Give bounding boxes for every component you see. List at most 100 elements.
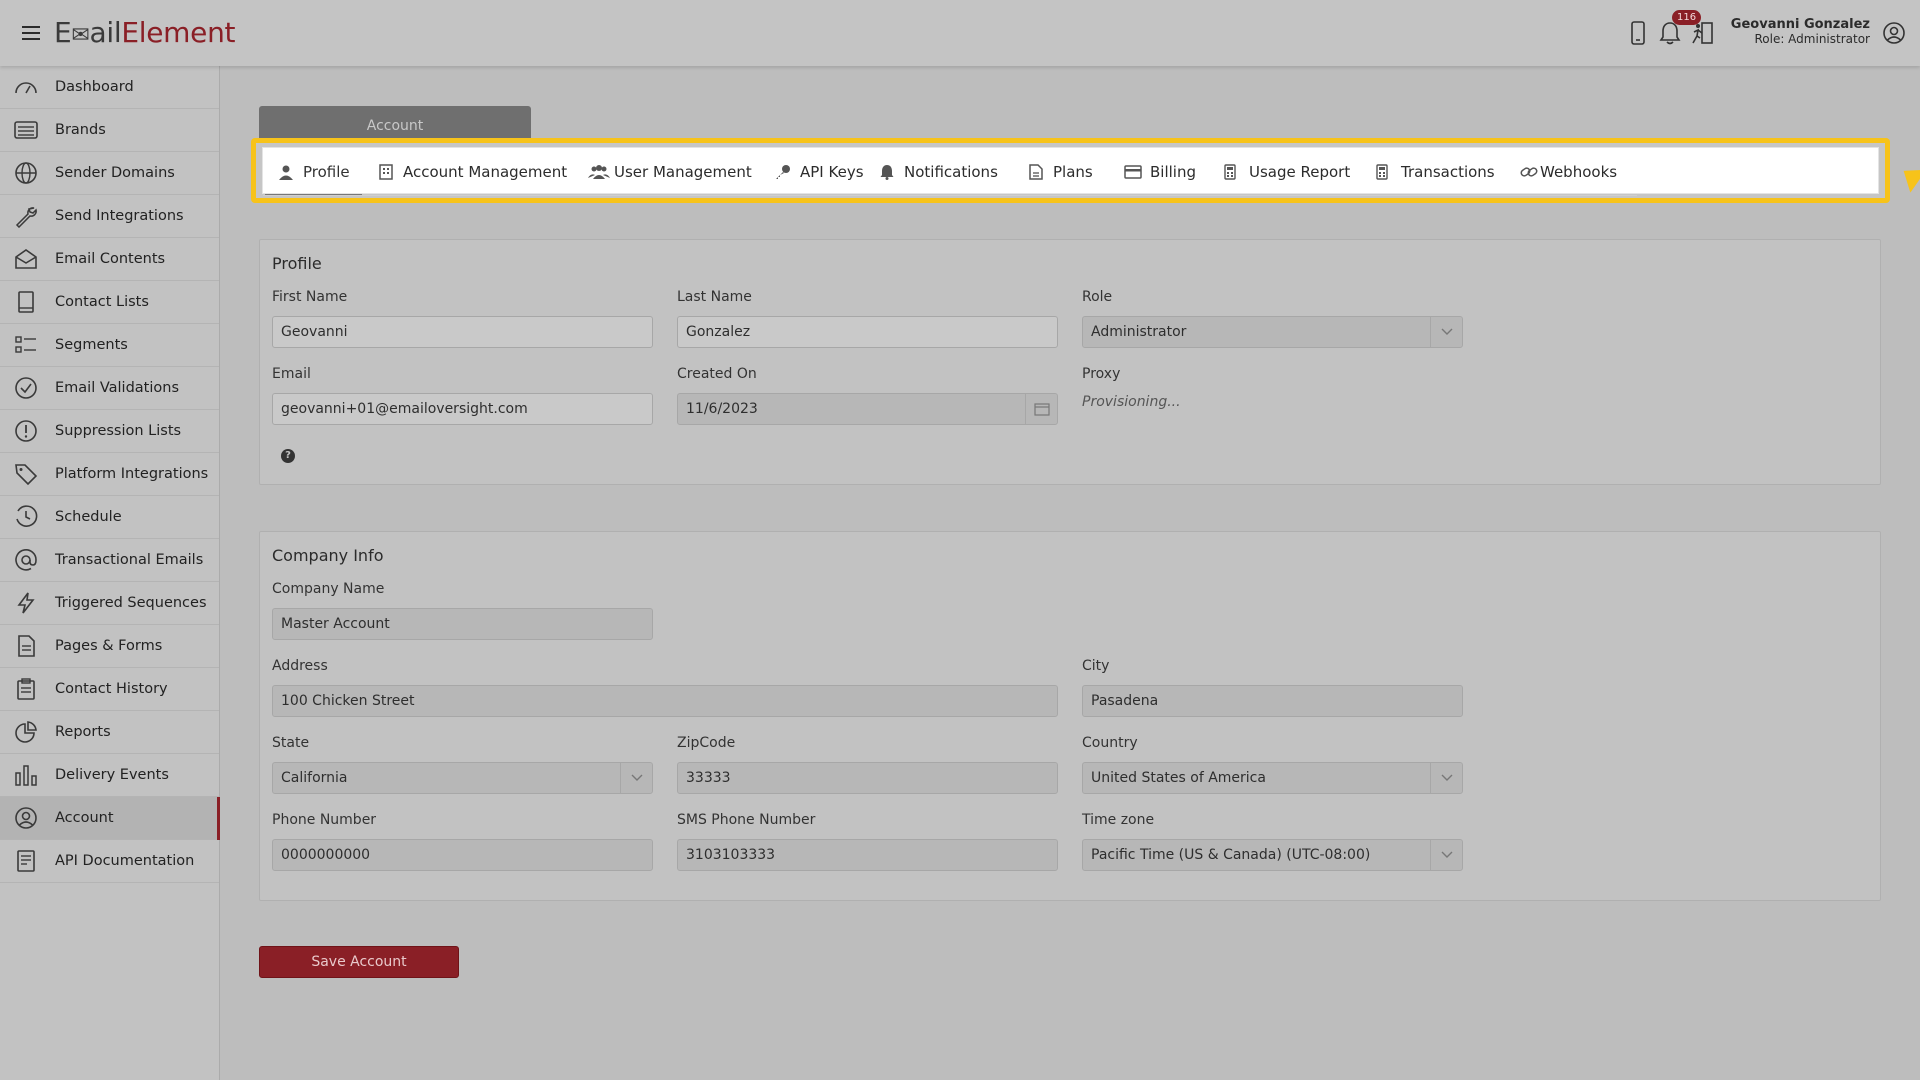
company-info-title: Company Info: [272, 546, 384, 565]
check-circle-icon: [14, 376, 42, 400]
tab-profile[interactable]: Profile: [265, 148, 362, 196]
tab-billing[interactable]: Billing: [1124, 148, 1196, 195]
email-input[interactable]: geovanni+01@emailoversight.com: [272, 393, 653, 425]
sidebar-item-triggered-sequences[interactable]: Triggered Sequences: [0, 582, 219, 625]
last-name-input[interactable]: Gonzalez: [677, 316, 1058, 348]
sidebar-item-send-integrations[interactable]: Send Integrations: [0, 195, 219, 238]
country-label: Country: [1082, 735, 1138, 751]
sidebar-item-transactional-emails[interactable]: Transactional Emails: [0, 539, 219, 582]
sidebar-item-contact-lists[interactable]: Contact Lists: [0, 281, 219, 324]
list-icon: [14, 118, 42, 142]
user-icon: [277, 163, 295, 181]
role-label: Role: [1082, 289, 1113, 305]
pie-chart-icon: [14, 720, 42, 744]
mobile-phone-icon[interactable]: [1624, 18, 1652, 48]
state-select[interactable]: California: [272, 762, 653, 794]
role-select[interactable]: Administrator: [1082, 316, 1463, 348]
gauge-icon: [14, 75, 42, 99]
calculator-icon: [1221, 163, 1239, 181]
at-icon: [14, 548, 42, 572]
tab-notifications[interactable]: Notifications: [878, 148, 998, 195]
sidebar-item-contact-history[interactable]: Contact History: [0, 668, 219, 711]
zipcode-input[interactable]: 33333: [677, 762, 1058, 794]
sms-phone-input[interactable]: 3103103333: [677, 839, 1058, 871]
company-name-input[interactable]: Master Account: [272, 608, 653, 640]
clock-icon: [14, 505, 42, 529]
sidebar-item-segments[interactable]: Segments: [0, 324, 219, 367]
address-input[interactable]: 100 Chicken Street: [272, 685, 1058, 717]
sidebar-item-pages-forms[interactable]: Pages & Forms: [0, 625, 219, 668]
sidebar-item-schedule[interactable]: Schedule: [0, 496, 219, 539]
hamburger-menu-icon[interactable]: [22, 20, 40, 46]
sidebar-item-dashboard[interactable]: Dashboard: [0, 66, 219, 109]
city-label: City: [1082, 658, 1110, 674]
calculator-icon: [1373, 163, 1391, 181]
user-avatar-icon[interactable]: [1880, 18, 1908, 48]
account-tabs-bar: Profile Account Management User Manageme…: [252, 139, 1889, 202]
tab-webhooks[interactable]: Webhooks: [1520, 148, 1617, 195]
tab-plans[interactable]: Plans: [1027, 148, 1093, 195]
bar-chart-icon: [14, 763, 42, 787]
sidebar-item-brands[interactable]: Brands: [0, 109, 219, 152]
highlight-pointer-arrow: [1895, 159, 1920, 193]
tab-account-management[interactable]: Account Management: [377, 148, 567, 195]
chevron-down-icon[interactable]: [620, 763, 652, 793]
email-label: Email: [272, 366, 311, 382]
book-icon: [14, 290, 42, 314]
bell-icon: [878, 163, 896, 181]
sidebar: Dashboard Brands Sender Domains Send Int…: [0, 66, 220, 1080]
timezone-select[interactable]: Pacific Time (US & Canada) (UTC-08:00): [1082, 839, 1463, 871]
document-icon: [14, 849, 42, 873]
chevron-down-icon[interactable]: [1430, 763, 1462, 793]
credit-card-icon: [1124, 163, 1142, 181]
sidebar-item-reports[interactable]: Reports: [0, 711, 219, 754]
city-input[interactable]: Pasadena: [1082, 685, 1463, 717]
sidebar-item-account[interactable]: Account: [0, 797, 220, 840]
zipcode-label: ZipCode: [677, 735, 736, 751]
sidebar-item-suppression-lists[interactable]: Suppression Lists: [0, 410, 219, 453]
proxy-status: Provisioning...: [1082, 394, 1181, 410]
users-icon: [588, 163, 610, 181]
bolt-icon: [14, 591, 42, 615]
user-circle-icon: [14, 806, 42, 830]
envelope-open-icon: [14, 247, 42, 271]
tab-api-keys[interactable]: API Keys: [774, 148, 864, 195]
profile-card: Profile First Name Geovanni Last Name Go…: [259, 239, 1881, 485]
tab-usage-report[interactable]: Usage Report: [1221, 148, 1350, 195]
company-info-card: Company Info Company Name Master Account…: [259, 531, 1881, 901]
save-account-button[interactable]: Save Account: [259, 946, 459, 978]
file-icon: [14, 634, 42, 658]
sidebar-item-email-contents[interactable]: Email Contents: [0, 238, 219, 281]
chevron-down-icon[interactable]: [1430, 840, 1462, 870]
address-label: Address: [272, 658, 328, 674]
sidebar-item-sender-domains[interactable]: Sender Domains: [0, 152, 219, 195]
tab-user-management[interactable]: User Management: [588, 148, 752, 195]
chevron-down-icon[interactable]: [1430, 317, 1462, 347]
sidebar-item-platform-integrations[interactable]: Platform Integrations: [0, 453, 219, 496]
clipboard-icon: [14, 677, 42, 701]
first-name-label: First Name: [272, 289, 348, 305]
last-name-label: Last Name: [677, 289, 752, 305]
user-name: Geovanni Gonzalez: [1730, 17, 1870, 32]
state-label: State: [272, 735, 310, 751]
country-select[interactable]: United States of America: [1082, 762, 1463, 794]
sidebar-item-api-documentation[interactable]: API Documentation: [0, 840, 219, 883]
globe-icon: [14, 161, 42, 185]
exit-run-icon[interactable]: [1688, 18, 1716, 48]
app-logo[interactable]: E✉ailElement: [54, 16, 236, 49]
top-header: E✉ailElement 116 Geovanni Gonzalez Role:…: [0, 0, 1920, 66]
created-on-input[interactable]: 11/6/2023: [677, 393, 1058, 425]
tag-icon: [14, 462, 42, 486]
calendar-icon[interactable]: [1025, 394, 1057, 424]
sms-phone-label: SMS Phone Number: [677, 812, 816, 828]
phone-number-input[interactable]: 0000000000: [272, 839, 653, 871]
help-icon[interactable]: ?: [281, 449, 295, 463]
sidebar-item-email-validations[interactable]: Email Validations: [0, 367, 219, 410]
first-name-input[interactable]: Geovanni: [272, 316, 653, 348]
sidebar-item-delivery-events[interactable]: Delivery Events: [0, 754, 219, 797]
exclamation-circle-icon: [14, 419, 42, 443]
file-text-icon: [1027, 163, 1045, 181]
tab-transactions[interactable]: Transactions: [1373, 148, 1495, 195]
created-on-label: Created On: [677, 366, 757, 382]
link-icon: [1520, 163, 1538, 181]
